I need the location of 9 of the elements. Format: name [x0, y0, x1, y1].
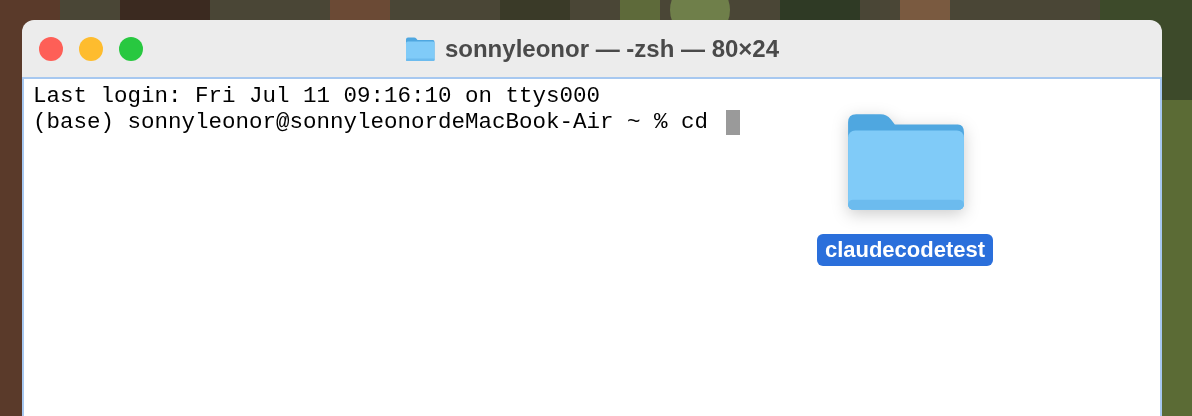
- terminal-line: Last login: Fri Jul 11 09:16:10 on ttys000: [33, 83, 601, 109]
- close-button[interactable]: [39, 37, 63, 61]
- text-cursor: [725, 109, 740, 135]
- folder-label: claudecodetest: [816, 234, 994, 266]
- terminal-line: (base) sonnyleonor@sonnyleonordeMacBook-Air ~ % cd: [33, 109, 710, 135]
- zoom-button[interactable]: [119, 37, 143, 61]
- window-title: sonnyleonor — -zsh — 80×24: [444, 33, 780, 64]
- minimize-button[interactable]: [79, 37, 103, 61]
- folder-icon: [404, 35, 435, 62]
